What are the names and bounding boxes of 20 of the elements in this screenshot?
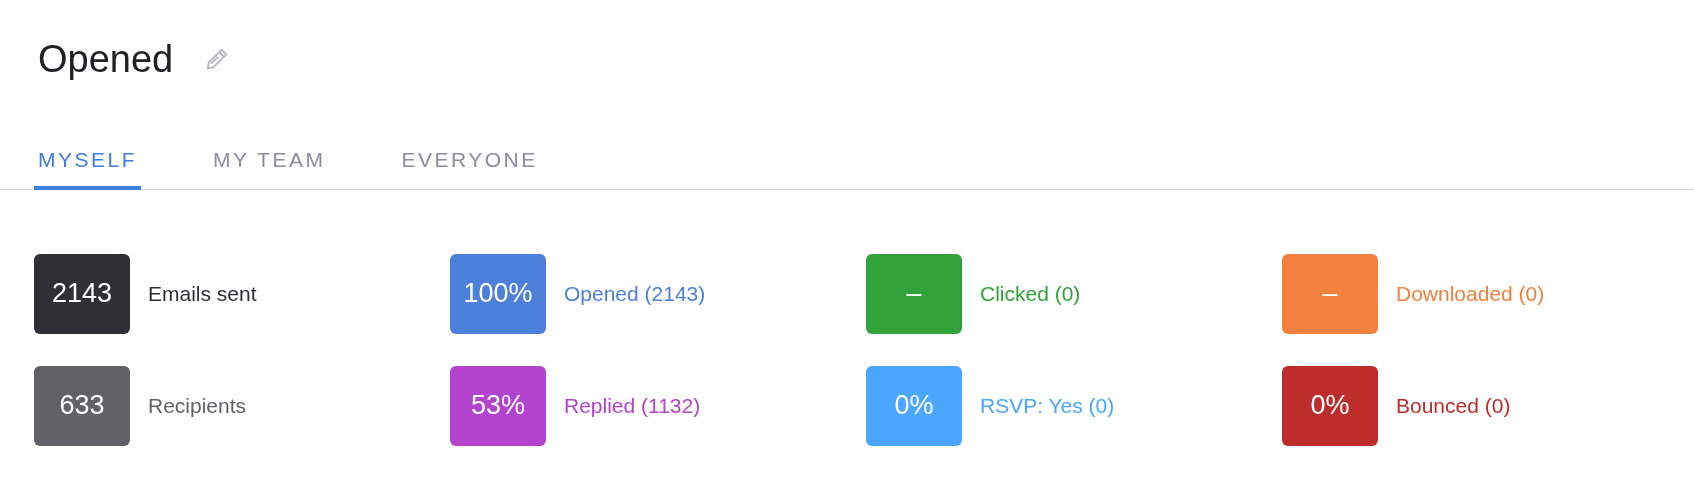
stat-value: – (1282, 253, 1378, 334)
tab[interactable]: MYSELF (34, 136, 142, 190)
stat-value: 633 (34, 365, 130, 446)
stat-label: RSVP: Yes (0) (980, 393, 1115, 418)
tab[interactable]: MY TEAM (209, 136, 330, 190)
page-title: Opened (38, 37, 174, 81)
stat-label: Replied (1132) (564, 393, 701, 418)
stat-label: Opened (2143) (564, 281, 706, 306)
stat-label: Recipients (148, 393, 247, 418)
stat-label: Downloaded (0) (1396, 281, 1545, 306)
stat-value: 0% (1282, 365, 1378, 446)
tab[interactable]: EVERYONE (397, 136, 542, 190)
stat-label: Bounced (0) (1396, 393, 1511, 418)
stat-value: 100% (450, 253, 546, 334)
stat-label: Emails sent (148, 281, 257, 306)
stat-value: 53% (450, 365, 546, 446)
stat-value: 0% (866, 365, 962, 446)
stat-value: – (866, 253, 962, 334)
stat-label: Clicked (0) (980, 281, 1081, 306)
stat-value: 2143 (34, 253, 130, 334)
